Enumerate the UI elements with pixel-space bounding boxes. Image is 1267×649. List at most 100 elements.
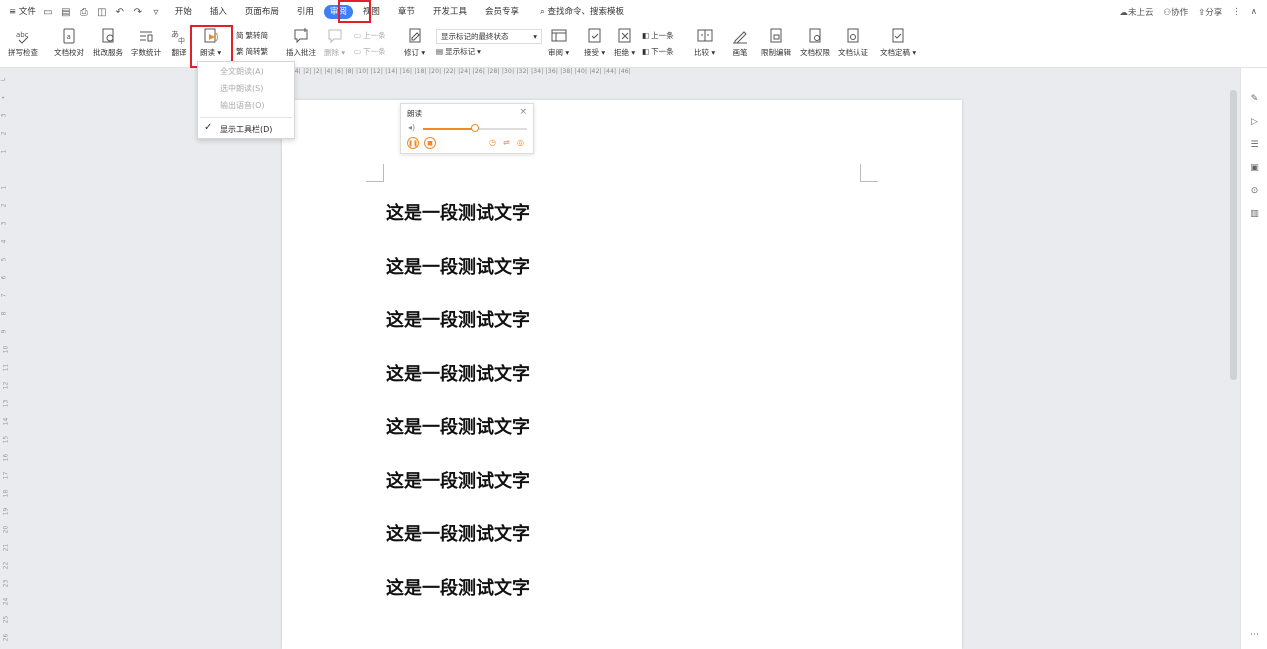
insert-comment-button[interactable]: 插入批注 — [286, 27, 316, 58]
more-options-icon[interactable]: ⋯ — [1248, 628, 1261, 641]
customize-icon[interactable]: ▿ — [149, 5, 163, 19]
timer-icon[interactable]: ◷ — [489, 138, 496, 147]
scrollbar-thumb[interactable] — [1230, 90, 1237, 380]
collapse-ribbon-icon[interactable]: ∧ — [1251, 7, 1257, 17]
prev-comment-icon: ▭ — [354, 31, 362, 40]
accept-label: 接受 ▾ — [584, 48, 606, 57]
vertical-ruler-tick: 20 — [2, 525, 10, 534]
compare-text: 比较 — [694, 48, 709, 57]
tab-page-layout[interactable]: 页面布局 — [237, 2, 287, 22]
prev-change-button[interactable]: ◧ 上一条 — [642, 30, 674, 41]
read-all-item[interactable]: 全文朗读(A) — [220, 66, 264, 77]
word-count-button[interactable]: 字数统计 — [131, 27, 161, 58]
doc-line[interactable]: 这是一段测试文字 — [386, 306, 530, 332]
undo-icon[interactable]: ↶ — [113, 5, 127, 19]
delete-comment-button[interactable]: 删除 ▾ — [324, 27, 345, 58]
save-icon[interactable]: ▭ — [41, 5, 55, 19]
doc-cert-label: 文档认证 — [838, 48, 868, 57]
doc-proof-button[interactable]: a 文档校对 — [54, 27, 84, 58]
track-changes-button[interactable]: 修订 ▾ — [404, 27, 425, 58]
doc-permission-button[interactable]: 文档权限 — [800, 27, 830, 58]
review-pane-button[interactable]: 审阅 ▾ — [548, 27, 569, 58]
doc-line[interactable]: 这是一段测试文字 — [386, 413, 530, 439]
share-button[interactable]: ⇪分享 — [1198, 6, 1222, 18]
document-page[interactable]: 这是一段测试文字 这是一段测试文字 这是一段测试文字 这是一段测试文字 这是一段… — [282, 100, 962, 649]
markup-state-select[interactable]: 显示标记的最终状态 ▾ — [436, 29, 542, 44]
image-icon[interactable]: ▣ — [1248, 161, 1261, 174]
chevron-down-icon: ▾ — [533, 32, 537, 41]
next-comment-icon: ▭ — [354, 47, 362, 56]
read-aloud-button[interactable]: 朗读 ▾ — [200, 27, 221, 58]
speed-icon[interactable]: ⇌ — [503, 138, 510, 147]
tab-insert[interactable]: 插入 — [202, 2, 235, 22]
tab-view[interactable]: 视图 — [355, 2, 388, 22]
book-icon[interactable]: ▥ — [1248, 207, 1261, 220]
show-markup-chevron-icon: ▾ — [477, 47, 481, 56]
spell-check-icon: abc — [14, 27, 32, 45]
read-selection-item[interactable]: 选中朗读(S) — [220, 83, 263, 94]
spell-check-button[interactable]: abc 拼写检查 — [8, 27, 38, 58]
doc-cert-button[interactable]: 文档认证 — [838, 27, 868, 58]
pause-button[interactable]: ❚❚ — [407, 137, 419, 149]
tab-section[interactable]: 章节 — [390, 2, 423, 22]
volume-slider-handle[interactable] — [471, 124, 479, 132]
simp-to-trad-button[interactable]: 繁简转繁 — [236, 46, 268, 57]
doc-line[interactable]: 这是一段测试文字 — [386, 520, 530, 546]
more-icon[interactable]: ⋮ — [1232, 7, 1241, 17]
doc-proof-icon: a — [60, 27, 78, 45]
tab-developer[interactable]: 开发工具 — [425, 2, 475, 22]
restrict-edit-button[interactable]: 限制编辑 — [761, 27, 791, 58]
batch-service-button[interactable]: 批改服务 — [93, 27, 123, 58]
next-change-button[interactable]: ◧ 下一条 — [642, 46, 674, 57]
location-icon[interactable]: ⊙ — [1248, 184, 1261, 197]
tab-membership[interactable]: 会员专享 — [477, 2, 527, 22]
voice-icon[interactable]: ◎ — [517, 138, 524, 147]
review-pane-label: 审阅 ▾ — [548, 48, 570, 57]
doc-line[interactable]: 这是一段测试文字 — [386, 467, 530, 493]
redo-icon[interactable]: ↷ — [131, 5, 145, 19]
export-audio-item[interactable]: 输出语音(O) — [220, 100, 265, 111]
select-pointer-icon[interactable]: ▷ — [1248, 115, 1261, 128]
permission-icon — [806, 27, 824, 45]
show-toolbar-item[interactable]: 显示工具栏(D) — [220, 124, 272, 135]
doc-line[interactable]: 这是一段测试文字 — [386, 199, 530, 225]
show-markup-label: 显示标记 — [445, 47, 476, 56]
doc-line[interactable]: 这是一段测试文字 — [386, 360, 530, 386]
review-pane-icon — [550, 27, 568, 45]
translate-icon: あ中 — [170, 27, 188, 45]
file-menu[interactable]: ≡ 文件 — [6, 2, 39, 22]
doc-final-button[interactable]: 文档定稿 ▾ — [880, 27, 916, 58]
print-preview-icon[interactable]: ◫ — [95, 5, 109, 19]
tab-home[interactable]: 开始 — [167, 2, 200, 22]
read-aloud-dropdown: 全文朗读(A) 选中朗读(S) 输出语音(O) ✓ 显示工具栏(D) — [197, 61, 295, 139]
prev-comment-button[interactable]: ▭ 上一条 — [354, 30, 386, 41]
vertical-ruler-tick: 10 — [2, 345, 10, 354]
tab-review[interactable]: 审阅 — [323, 5, 353, 19]
vertical-ruler-tick: 19 — [2, 507, 10, 516]
settings-sliders-icon[interactable]: ☰ — [1248, 138, 1261, 151]
reject-button[interactable]: 拒绝 ▾ — [614, 27, 635, 58]
next-comment-button[interactable]: ▭ 下一条 — [354, 46, 386, 57]
export-pdf-icon[interactable]: ▤ — [59, 5, 73, 19]
reject-label: 拒绝 ▾ — [614, 48, 636, 57]
collab-button[interactable]: ⚇协作 — [1163, 6, 1188, 18]
print-icon[interactable]: ⎙ — [77, 5, 91, 19]
tab-references[interactable]: 引用 — [289, 2, 322, 22]
translate-button[interactable]: あ中 翻译 — [170, 27, 188, 58]
pen-edit-icon[interactable]: ✎ — [1248, 92, 1261, 105]
doc-line[interactable]: 这是一段测试文字 — [386, 253, 530, 279]
right-sidebar: ✎ ▷ ☰ ▣ ⊙ ▥ ⋯ — [1240, 68, 1267, 649]
prev-change-label: 上一条 — [651, 31, 674, 40]
search-input[interactable]: ⌕ 查找命令、搜索模板 — [537, 2, 627, 22]
pen-button[interactable]: 画笔 — [731, 27, 749, 58]
show-markup-button[interactable]: ▤ 显示标记 ▾ — [436, 46, 481, 57]
trad-to-simp-button[interactable]: 简繁转简 — [236, 30, 268, 41]
close-icon[interactable]: × — [519, 107, 527, 117]
delete-comment-label: 删除 ▾ — [324, 48, 346, 57]
doc-line[interactable]: 这是一段测试文字 — [386, 574, 530, 600]
cloud-status[interactable]: ☁未上云 — [1119, 6, 1153, 18]
accept-button[interactable]: 接受 ▾ — [584, 27, 605, 58]
vertical-ruler-tick: 25 — [2, 615, 10, 624]
stop-button[interactable]: ■ — [424, 137, 436, 149]
compare-button[interactable]: 比较 ▾ — [694, 27, 715, 58]
